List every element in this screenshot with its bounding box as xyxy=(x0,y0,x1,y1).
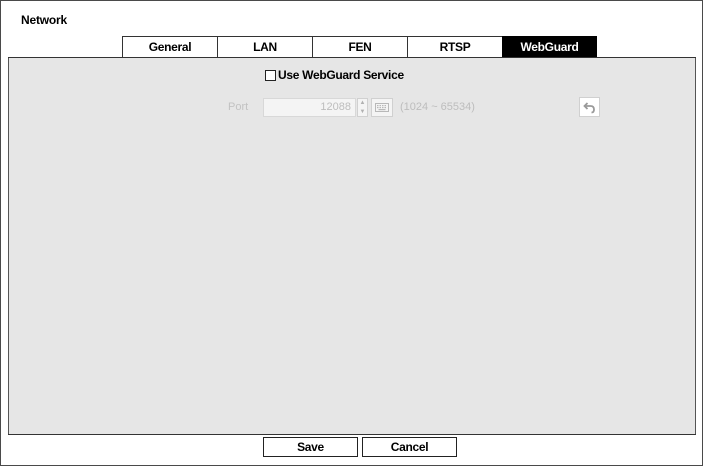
port-stepper[interactable]: ▲ ▼ xyxy=(357,98,368,117)
keyboard-button[interactable] xyxy=(371,98,393,117)
undo-button[interactable] xyxy=(579,97,600,117)
panel-divider xyxy=(8,434,696,435)
cancel-button[interactable]: Cancel xyxy=(362,437,457,457)
use-webguard-checkbox[interactable] xyxy=(265,69,276,81)
tab-general[interactable]: General xyxy=(122,36,217,58)
port-label: Port xyxy=(228,101,249,113)
tab-webguard[interactable]: WebGuard xyxy=(502,36,597,58)
port-input[interactable]: 12088 xyxy=(263,98,356,117)
tab-lan[interactable]: LAN xyxy=(217,36,312,58)
tab-rtsp[interactable]: RTSP xyxy=(407,36,502,58)
tab-fen[interactable]: FEN xyxy=(312,36,407,58)
use-webguard-label: Use WebGuard Service xyxy=(278,68,404,82)
stepper-up-icon[interactable]: ▲ xyxy=(360,100,366,106)
save-button[interactable]: Save xyxy=(263,437,358,457)
undo-arrow-icon xyxy=(583,101,595,113)
tab-bar: General LAN FEN RTSP WebGuard xyxy=(122,36,597,58)
use-webguard-row[interactable]: Use WebGuard Service xyxy=(265,68,404,82)
window-title: Network xyxy=(21,13,67,27)
keyboard-icon xyxy=(375,103,389,112)
port-range-text: (1024 ~ 65534) xyxy=(400,101,475,113)
stepper-down-icon[interactable]: ▼ xyxy=(360,109,366,115)
tab-divider xyxy=(8,57,696,58)
